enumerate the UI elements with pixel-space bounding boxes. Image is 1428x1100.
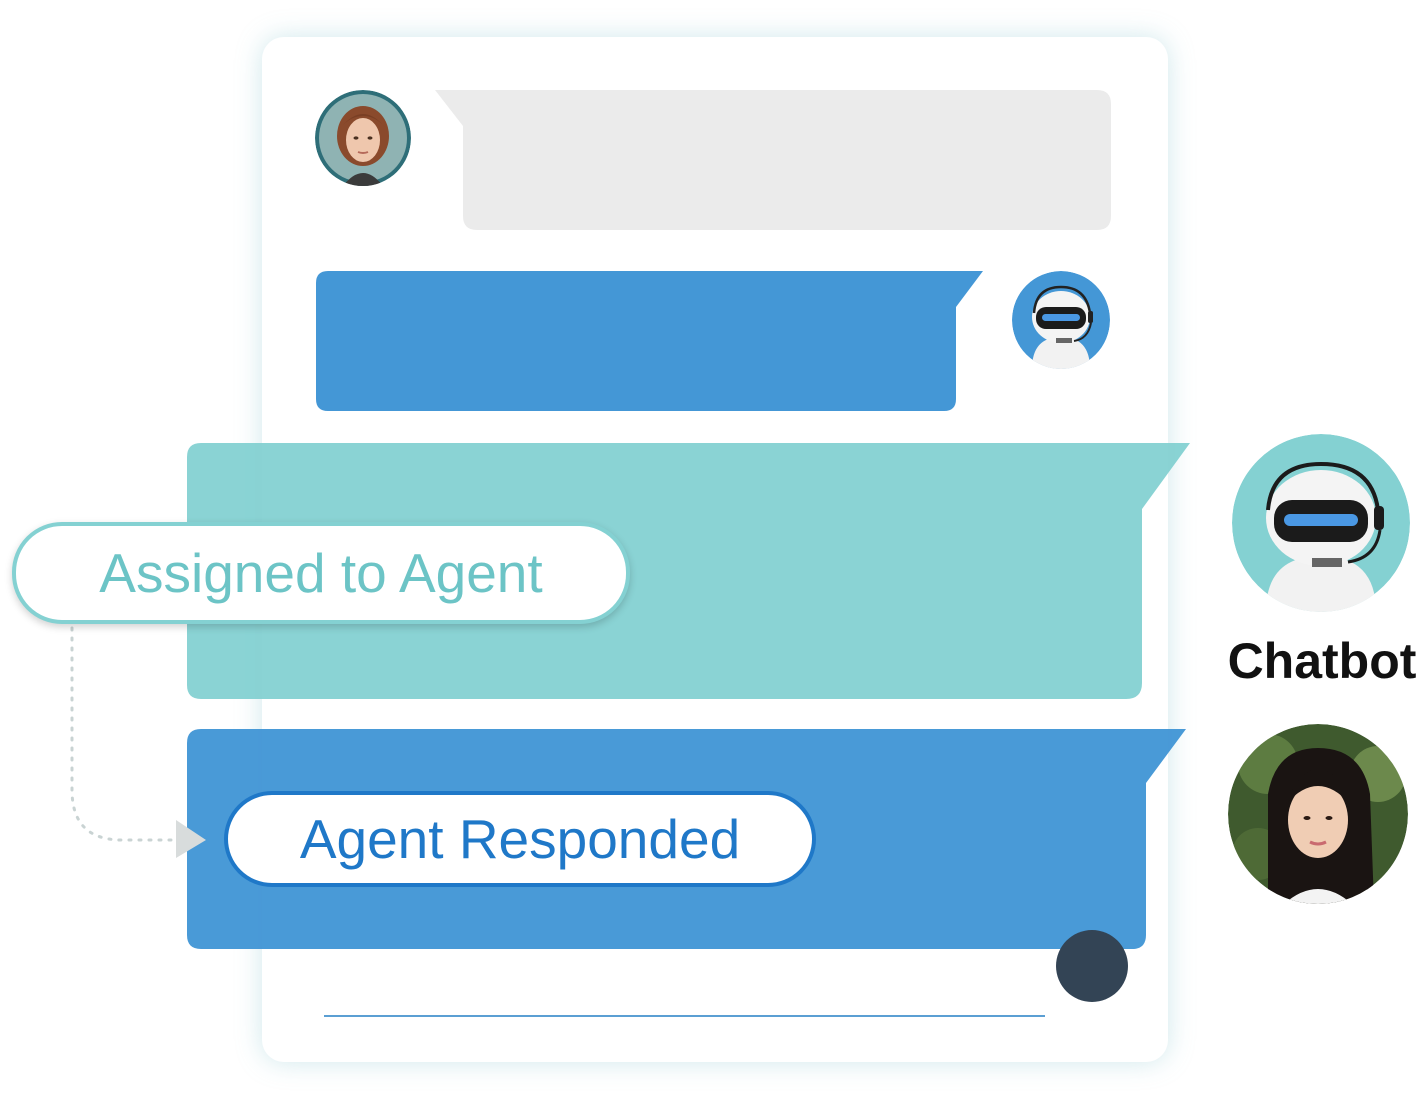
assigned-to-agent-label: Assigned to Agent bbox=[12, 522, 630, 624]
assigned-label-text: Assigned to Agent bbox=[99, 542, 543, 604]
chatbot-label: Chatbot bbox=[1227, 633, 1417, 689]
chat-flow-diagram: Assigned to Agent Agent Responded Chatbo… bbox=[0, 0, 1428, 1100]
chatbot-avatar-large bbox=[1232, 434, 1410, 612]
connector-arrow-icon bbox=[176, 820, 206, 858]
agent-avatar bbox=[1228, 724, 1408, 904]
agent-responded-label: Agent Responded bbox=[224, 791, 816, 887]
send-button[interactable] bbox=[1056, 930, 1128, 1002]
message-input-line[interactable] bbox=[324, 1015, 1045, 1017]
responded-label-text: Agent Responded bbox=[299, 808, 741, 870]
